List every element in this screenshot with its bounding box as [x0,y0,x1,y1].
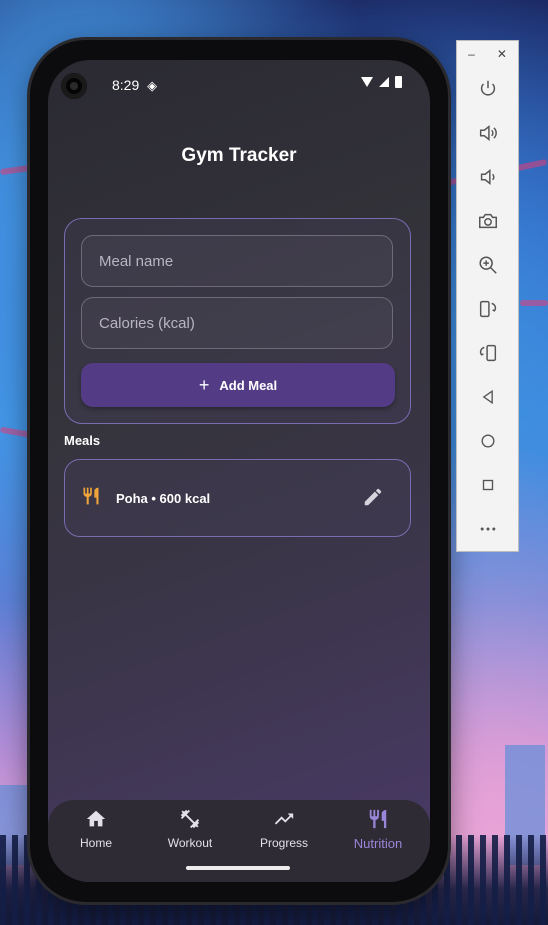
trending-up-icon [238,808,330,830]
back-button[interactable] [457,375,518,419]
nav-label-progress: Progress [259,836,309,850]
home-icon [50,808,142,830]
calories-input[interactable] [97,313,377,333]
rotate-right-icon [479,344,496,362]
volume-down-icon [480,169,495,185]
zoom-button[interactable] [457,243,518,287]
power-button[interactable] [457,67,518,111]
rotate-left-button[interactable] [457,287,518,331]
cellular-icon [379,77,389,87]
bottom-navigation: Home Workout Progress Nutrition [48,800,430,882]
nav-label-nutrition: Nutrition [353,836,403,851]
list-item[interactable]: Poha • 600 kcal [64,459,411,537]
meal-label: Poha • 600 kcal [116,491,211,506]
front-camera [61,73,87,99]
overview-button[interactable] [457,463,518,507]
overview-icon [482,479,493,491]
dumbbell-icon [144,808,236,830]
meal-name-field[interactable] [81,235,393,287]
nav-label-home: Home [79,836,112,850]
volume-up-icon [479,125,497,141]
nav-item-workout[interactable]: Workout [144,808,236,850]
more-button[interactable] [457,507,518,551]
meal-name-input[interactable] [97,251,377,271]
battery-icon [395,76,402,88]
more-icon [480,527,495,531]
zoom-in-icon [478,256,497,274]
rotate-right-button[interactable] [457,331,518,375]
emulator-toolbar: – ✕ [456,40,519,552]
status-icons [361,76,402,88]
status-time: 8:29 ◈ [112,77,157,94]
add-meal-button[interactable]: + Add Meal [81,363,395,407]
plus-icon: + [198,375,210,395]
nav-label-workout: Workout [167,836,213,850]
wifi-icon [361,77,373,87]
calories-field[interactable] [81,297,393,349]
app-title: Gym Tracker [181,145,297,166]
power-icon [480,80,495,96]
rotate-left-icon [479,300,496,318]
add-meal-card: + Add Meal [64,218,411,424]
home-button[interactable] [457,419,518,463]
phone-frame: 8:29 ◈ Gym Tracker + Add Meal Meals [30,40,448,902]
meals-heading: Meals [64,433,101,448]
screenshot-button[interactable] [457,199,518,243]
phone-screen: 8:29 ◈ Gym Tracker + Add Meal Meals [48,60,430,882]
toolbar-window-controls: – ✕ [457,41,518,67]
nav-item-home[interactable]: Home [50,808,142,850]
location-icon: ◈ [147,78,158,93]
add-meal-label: Add Meal [219,377,278,393]
restaurant-icon [332,808,424,830]
status-time-text: 8:29 [112,77,140,93]
home-circle-icon [481,434,494,448]
minimize-icon[interactable]: – [468,47,475,61]
back-icon [482,389,493,405]
edit-icon[interactable] [362,486,384,513]
camera-icon [478,213,497,229]
volume-down-button[interactable] [457,155,518,199]
close-icon[interactable]: ✕ [497,47,507,61]
gesture-home-bar[interactable] [186,866,290,870]
volume-up-button[interactable] [457,111,518,155]
nav-item-progress[interactable]: Progress [238,808,330,850]
nav-item-nutrition[interactable]: Nutrition [332,808,424,851]
restaurant-icon [81,486,101,511]
